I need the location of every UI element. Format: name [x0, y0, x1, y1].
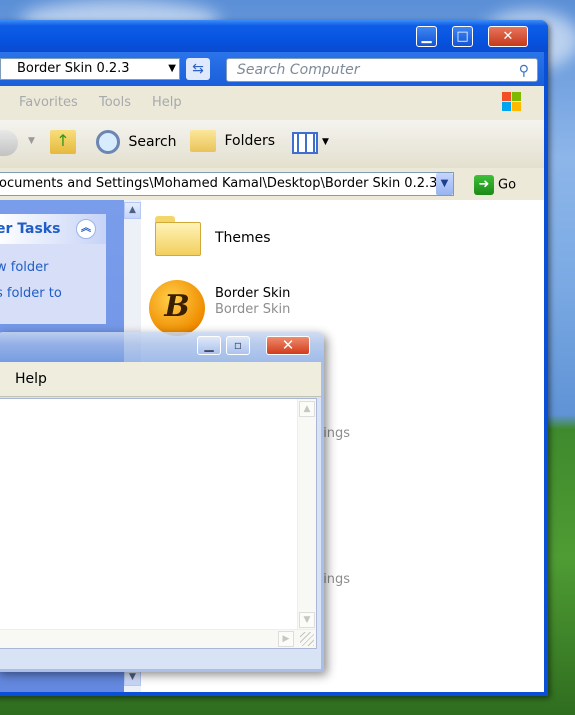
chevron-down-icon[interactable]: ▼	[168, 59, 176, 79]
folder-tasks-panel: er Tasks ︽ w folder s folder to	[0, 214, 106, 324]
forward-icon[interactable]	[0, 130, 18, 156]
dialog-window[interactable]: ▁ ▫ ✕ Help ▲ ▼ ▶	[0, 332, 324, 672]
address-bar: ocuments and Settings\Mohamed Kamal\Desk…	[0, 168, 544, 201]
folder-icon	[155, 216, 201, 256]
scroll-up-icon[interactable]: ▲	[124, 202, 141, 219]
menu-bar: Favorites Tools Help	[0, 86, 544, 121]
resize-grip-icon[interactable]	[300, 632, 314, 646]
folder-tasks-title: er Tasks	[0, 221, 61, 237]
magnifier-icon	[96, 130, 120, 154]
menu-help[interactable]: Help	[152, 95, 182, 110]
file-name: Themes	[215, 230, 271, 246]
task-link-new-folder[interactable]: w folder	[0, 260, 49, 275]
maximize-button[interactable]: □	[452, 26, 473, 47]
dialog-minimize-button[interactable]: ▁	[197, 336, 221, 355]
up-folder-icon[interactable]: ↑	[50, 130, 76, 154]
folders-button-label: Folders	[224, 133, 276, 149]
dialog-title-bar[interactable]: ▁ ▫ ✕	[0, 332, 324, 362]
dialog-text-area[interactable]: ▲ ▼ ▶	[0, 398, 317, 649]
border-skin-app-icon: B	[149, 280, 205, 336]
file-subtitle: Border Skin	[215, 302, 291, 317]
address-path: ocuments and Settings\Mohamed Kamal\Desk…	[0, 176, 438, 191]
search-placeholder: Search Computer	[237, 62, 360, 78]
folder-tasks-header[interactable]: er Tasks ︽	[0, 214, 106, 244]
go-button[interactable]: ➜ Go	[474, 175, 516, 195]
dialog-vertical-scrollbar[interactable]: ▲ ▼	[297, 399, 316, 630]
list-item[interactable]: B Border Skin Border Skin	[149, 280, 349, 340]
folders-toolbar-button[interactable]: Folders	[190, 130, 275, 152]
address-field[interactable]: ocuments and Settings\Mohamed Kamal\Desk…	[0, 172, 454, 196]
search-toolbar-button[interactable]: Search	[96, 130, 177, 154]
menu-favorites[interactable]: Favorites	[19, 95, 78, 110]
close-button[interactable]: ✕	[488, 26, 528, 47]
go-arrow-icon: ➜	[474, 175, 494, 195]
minimize-button[interactable]: ▁	[416, 26, 437, 47]
views-icon	[292, 132, 318, 154]
refresh-arrows-icon[interactable]: ⇆	[186, 58, 210, 80]
chevron-down-icon: ▼	[322, 137, 329, 147]
menu-tools[interactable]: Tools	[99, 95, 131, 110]
search-input[interactable]: Search Computer ⚲	[226, 58, 538, 82]
location-combo-label: Border Skin 0.2.3	[17, 61, 130, 76]
explorer-title-bar[interactable]: ▁ □ ✕	[0, 20, 548, 52]
dialog-body: Help ▲ ▼ ▶	[0, 362, 324, 672]
address-search-row: Border Skin 0.2.3 ▼ ⇆ Search Computer ⚲	[0, 52, 544, 86]
folders-icon	[190, 130, 216, 152]
list-item[interactable]: Themes	[149, 212, 349, 264]
scroll-up-icon[interactable]: ▲	[299, 401, 315, 417]
search-icon[interactable]: ⚲	[519, 60, 529, 82]
task-link-publish-folder[interactable]: s folder to	[0, 286, 62, 301]
standard-toolbar: ▼ ↑ Search Folders ▼	[0, 120, 544, 169]
go-label: Go	[498, 177, 517, 193]
dropdown-arrow-icon[interactable]: ▼	[28, 136, 35, 146]
views-button[interactable]: ▼	[292, 130, 336, 156]
windows-logo-icon	[500, 90, 524, 114]
file-name: Border Skin	[215, 286, 291, 301]
scroll-right-icon[interactable]: ▶	[278, 631, 294, 647]
dialog-menu-help[interactable]: Help	[15, 371, 47, 387]
search-button-label: Search	[128, 134, 177, 150]
scroll-down-icon[interactable]: ▼	[299, 612, 315, 628]
dialog-maximize-button[interactable]: ▫	[226, 336, 250, 355]
address-dropdown-icon[interactable]: ▼	[436, 173, 453, 195]
dialog-horizontal-scrollbar[interactable]: ▶	[0, 629, 316, 648]
collapse-chevron-icon[interactable]: ︽	[76, 219, 96, 239]
location-combo[interactable]: Border Skin 0.2.3 ▼	[0, 58, 180, 80]
dialog-menu-bar: Help	[0, 362, 321, 397]
dialog-close-button[interactable]: ✕	[266, 336, 310, 355]
